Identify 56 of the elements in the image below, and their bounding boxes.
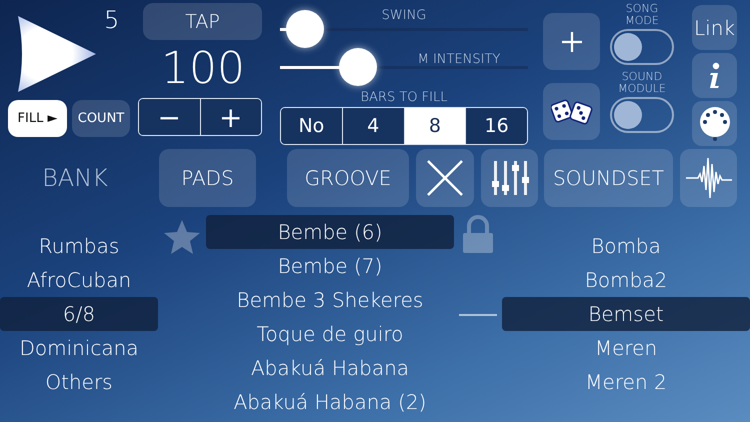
bars-option[interactable]: 4: [342, 108, 404, 144]
increase-button[interactable]: +: [200, 99, 261, 135]
groove-item[interactable]: Bembe (6): [206, 215, 454, 249]
slider-thumb[interactable]: [286, 10, 324, 48]
groove-item[interactable]: Toque de guiro: [206, 317, 454, 351]
bank-label[interactable]: BANK: [0, 149, 150, 207]
divider-dash: [459, 314, 497, 316]
nav-button[interactable]: PADS: [159, 149, 256, 207]
midi-button[interactable]: [692, 101, 737, 146]
midi-connector-icon: [698, 106, 732, 142]
add-button[interactable]: [543, 13, 600, 70]
bank-item[interactable]: Dominicana: [0, 331, 158, 365]
nav-button[interactable]: SOUNDSET: [544, 149, 673, 207]
waveform-icon: [684, 156, 734, 200]
bars-to-fill-label: BARS TO FILL: [360, 90, 448, 107]
slider-label: M INTENSITY: [416, 52, 502, 67]
info-button[interactable]: [692, 53, 737, 98]
soundset-item[interactable]: Meren: [502, 331, 750, 365]
plus-icon: [560, 30, 582, 52]
slider-thumb[interactable]: [338, 48, 377, 86]
nav-button[interactable]: GROOVE: [287, 149, 409, 207]
groove-item[interactable]: Abakuá Habana: [206, 351, 454, 385]
mixer-icon: [490, 159, 528, 197]
soundset-item[interactable]: Bomba: [502, 229, 750, 263]
info-icon: [708, 62, 722, 90]
waveform-button[interactable]: [680, 149, 737, 207]
bank-item[interactable]: AfroCuban: [0, 263, 158, 297]
mixer-button[interactable]: [481, 149, 538, 207]
bars-option[interactable]: 8: [404, 108, 466, 144]
bars-option[interactable]: No: [281, 108, 342, 144]
tempo-value: 100: [160, 42, 246, 96]
decrease-button[interactable]: −: [139, 99, 200, 135]
soundset-item[interactable]: Bemset: [502, 297, 750, 331]
soundset-item[interactable]: Meren 2: [502, 365, 750, 399]
soundset-item[interactable]: Bomba2: [502, 263, 750, 297]
close-button[interactable]: [416, 149, 474, 207]
toggle-switch[interactable]: [610, 29, 674, 65]
dice-button[interactable]: [543, 83, 600, 140]
groove-item[interactable]: Abakuá Habana (2): [206, 385, 454, 419]
groove-item[interactable]: Bembe 3 Shekeres: [206, 283, 454, 317]
toggle-switch[interactable]: [610, 97, 674, 133]
star-icon[interactable]: [163, 219, 201, 255]
toggle-label: SONG MODE: [624, 3, 660, 29]
bank-item[interactable]: 6/8: [0, 297, 158, 331]
link-button[interactable]: Link: [692, 5, 737, 50]
bar-counter: 5: [104, 6, 120, 34]
bars-option[interactable]: 16: [465, 108, 527, 144]
bank-item[interactable]: Others: [0, 365, 158, 399]
fill-button[interactable]: FILL ►: [8, 100, 67, 137]
toggle-label: SOUND MODULE: [617, 71, 667, 97]
close-icon: [426, 159, 464, 197]
bank-item[interactable]: Rumbas: [0, 229, 158, 263]
slider-label: SWING: [380, 8, 428, 23]
tap-button[interactable]: TAP: [143, 3, 262, 40]
groove-item[interactable]: Bembe (7): [206, 249, 454, 283]
count-button[interactable]: COUNT: [72, 100, 130, 137]
